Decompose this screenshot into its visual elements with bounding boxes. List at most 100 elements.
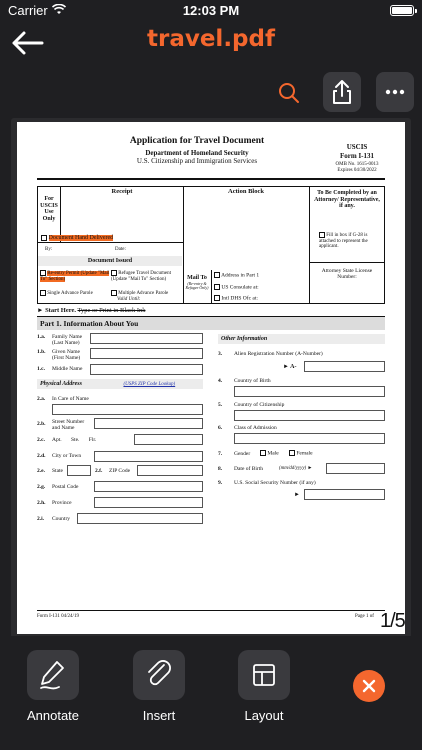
state-select[interactable] xyxy=(67,465,91,476)
label-8-num: 8. xyxy=(218,466,223,472)
document-hand-delivered[interactable]: Document Hand Delivered xyxy=(41,235,114,242)
label-2c-num: 2.c. xyxy=(37,437,45,443)
form-title: Application for Travel Document xyxy=(129,136,265,146)
label-2g-num: 2.g. xyxy=(37,484,46,490)
postal-code-field[interactable] xyxy=(94,481,203,492)
other-info: Other Information xyxy=(218,334,385,344)
label-2f: ZIP Code xyxy=(109,468,131,474)
insert-button[interactable] xyxy=(133,650,185,700)
label-7: Gender xyxy=(234,451,251,457)
layout-button[interactable] xyxy=(238,650,290,700)
ssn-field[interactable] xyxy=(304,489,385,500)
label-2h: Province xyxy=(52,500,72,506)
country-of-citizenship-field[interactable] xyxy=(234,410,385,421)
date-label: Date: xyxy=(115,247,126,252)
layout-icon xyxy=(253,664,275,686)
dob-format: (mm/dd/yyyy) ► xyxy=(279,466,313,471)
given-name-field[interactable] xyxy=(90,348,203,359)
apt-field[interactable] xyxy=(134,434,203,445)
action-block-label: Action Block xyxy=(228,188,264,195)
label-1a-num: 1.a. xyxy=(37,334,46,340)
paperclip-icon xyxy=(148,660,171,686)
omb-number: OMB No. 1615-0013 xyxy=(335,162,379,167)
zip-field[interactable] xyxy=(137,465,203,476)
receipt-label: Receipt xyxy=(111,188,133,195)
more-icon xyxy=(385,89,405,95)
family-name-field[interactable] xyxy=(90,333,203,344)
form-agency: U.S. Citizenship and Immigration Service… xyxy=(136,157,258,165)
single-parole[interactable]: Single Advance Parole xyxy=(40,290,110,297)
to-be-completed: To Be Completed by an Attorney/ Represen… xyxy=(314,190,380,210)
mail-to-sub: (Re-entry & Refugee Only) xyxy=(185,281,209,291)
share-button[interactable] xyxy=(323,72,361,112)
label-2d-num: 2.d. xyxy=(37,453,46,459)
more-button[interactable] xyxy=(376,72,414,112)
intl-dhs[interactable]: Intl DHS Ofc at: xyxy=(214,295,258,301)
expires: Expires 04/30/2022 xyxy=(337,168,377,173)
middle-name-field[interactable] xyxy=(90,364,203,375)
a-number-prefix: ► A- xyxy=(283,364,297,370)
label-6: Class of Admission xyxy=(234,425,277,431)
female-checkbox[interactable]: Female xyxy=(289,450,313,456)
layout-label[interactable]: Layout xyxy=(219,708,309,723)
us-consulate[interactable]: US Consulate at: xyxy=(214,284,259,290)
zip-lookup-link[interactable]: (USPS ZIP Code Lookup) xyxy=(123,382,175,387)
document-title: travel.pdf xyxy=(146,26,275,52)
search-icon[interactable] xyxy=(272,76,306,110)
page-indicator: 1/5 xyxy=(380,610,406,632)
ssn-arrow: ► xyxy=(294,492,300,498)
pen-icon xyxy=(40,661,64,690)
label-9: U.S. Social Security Number (if any) xyxy=(234,480,316,486)
uscis-label: USCIS xyxy=(346,143,368,151)
insert-label[interactable]: Insert xyxy=(114,708,204,723)
label-2b-num: 2.b. xyxy=(37,421,46,427)
label-2i: Country xyxy=(52,516,71,522)
reentry-permit[interactable]: Re-entry Permit (Update "Mail To" Sectio… xyxy=(40,270,110,282)
label-2e: State xyxy=(52,468,63,474)
city-field[interactable] xyxy=(94,451,203,462)
label-3-num: 3. xyxy=(218,351,223,357)
label-9-num: 9. xyxy=(218,480,223,486)
footer-left: Form I-131 04/24/19 xyxy=(37,614,79,619)
annotate-label[interactable]: Annotate xyxy=(8,708,98,723)
share-icon xyxy=(333,80,351,104)
part1-header: Part 1. Information About You xyxy=(37,317,385,330)
label-6-num: 6. xyxy=(218,425,223,431)
dob-field[interactable] xyxy=(326,463,385,474)
label-2i-num: 2.i. xyxy=(37,516,45,522)
class-of-admission-field[interactable] xyxy=(234,433,385,444)
label-5: Country of Citizenship xyxy=(234,402,285,408)
address-in-part1[interactable]: Address in Part 1 xyxy=(214,272,259,278)
country-of-birth-field[interactable] xyxy=(234,386,385,397)
annotate-button[interactable] xyxy=(27,650,79,700)
label-7-num: 7. xyxy=(218,451,223,457)
label-2c: Apt. Ste. Flr. xyxy=(52,437,97,443)
battery-icon xyxy=(390,5,417,16)
label-2f-num: 2.f. xyxy=(95,468,103,474)
street-field[interactable] xyxy=(94,418,203,429)
top-toolbar xyxy=(0,72,422,112)
fill-g28[interactable]: Fill in box if G-28 is attached to repre… xyxy=(319,232,383,250)
refugee-travel[interactable]: Refugee Travel Document (Update "Mail To… xyxy=(111,270,181,282)
close-fab-button[interactable] xyxy=(353,670,385,702)
by-label: By: xyxy=(45,247,53,252)
label-4: Country of Birth xyxy=(234,378,271,384)
label-2e-num: 2.e. xyxy=(37,468,45,474)
label-4-num: 4. xyxy=(218,378,223,384)
document-issued: Document Issued xyxy=(38,256,182,266)
attorney-license: Attorney State License Number: xyxy=(321,268,373,281)
label-2a: In Care of Name xyxy=(52,396,89,402)
pdf-page[interactable]: Application for Travel Document Departme… xyxy=(17,122,405,634)
a-number-field[interactable] xyxy=(304,361,385,372)
province-field[interactable] xyxy=(94,497,203,508)
male-checkbox[interactable]: Male xyxy=(260,450,279,456)
multiple-parole[interactable]: Multiple Advance Parole xyxy=(111,290,181,297)
nav-bar: travel.pdf xyxy=(0,22,422,62)
care-of-name-field[interactable] xyxy=(52,404,203,415)
label-2g: Postal Code xyxy=(52,484,79,490)
form-number: Form I-131 xyxy=(339,152,375,160)
label-3: Alien Registration Number (A-Number) xyxy=(234,351,323,357)
label-2b: Street Number and Name xyxy=(52,419,85,432)
bottom-toolbar: Annotate Insert Layout xyxy=(0,636,422,750)
country-field[interactable] xyxy=(77,513,203,524)
